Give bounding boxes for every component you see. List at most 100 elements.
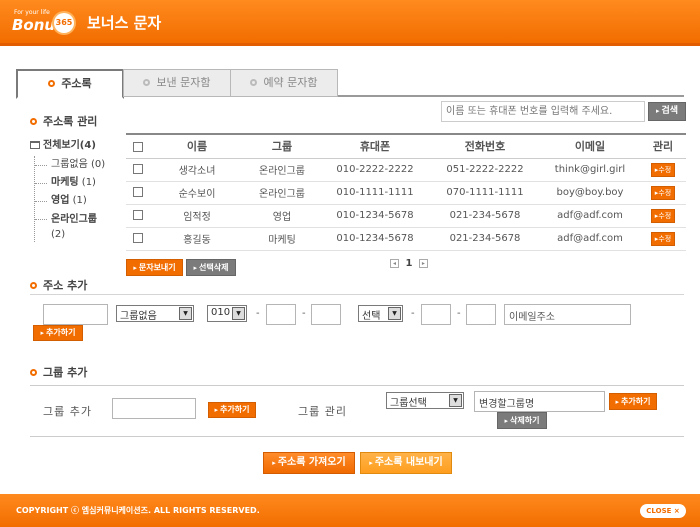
arrow-right-icon: ▸ — [193, 264, 198, 272]
mobile-middle-field[interactable] — [266, 304, 296, 325]
manage-group-select[interactable]: 그룹선택 ▼ — [386, 392, 464, 409]
edit-button[interactable]: ▸수정 — [650, 185, 676, 200]
phone-middle-field[interactable] — [421, 304, 451, 325]
group-select[interactable]: 그룹없음 ▼ — [116, 305, 194, 322]
cell-name: 순수보이 — [150, 181, 244, 205]
send-message-button[interactable]: ▸ 문자보내기 — [126, 259, 183, 276]
table-header-row: 이름 그룹 휴대폰 전화번호 이메일 관리 — [126, 135, 686, 159]
row-checkbox[interactable] — [133, 164, 143, 174]
cell-name: 생각소녀 — [150, 158, 244, 182]
cell-email: think@girl.girl — [540, 158, 640, 182]
arrow-right-icon: ▸ — [655, 107, 660, 115]
import-address-book-button[interactable]: ▸ 주소록 가져오기 — [263, 452, 355, 474]
label-add-group: 그룹 추가 — [43, 405, 92, 418]
edit-button[interactable]: ▸수정 — [650, 208, 676, 223]
cell-mobile: 010-1111-1111 — [320, 181, 430, 205]
page-title: 보너스 문자 — [87, 14, 162, 32]
tab-sent-messages[interactable]: 보낸 문자함 — [123, 69, 231, 97]
cell-email: adf@adf.com — [540, 227, 640, 251]
table-row: 생각소녀 온라인그룹 010-2222-2222 051-2222-2222 t… — [126, 158, 686, 182]
cell-group: 온라인그룹 — [244, 158, 320, 182]
close-button[interactable]: CLOSE × — [640, 504, 686, 518]
select-all-checkbox[interactable] — [133, 141, 143, 152]
chevron-down-icon: ▼ — [388, 307, 401, 320]
tree-item-online-group[interactable]: 온라인그룹 (2) — [35, 210, 122, 242]
group-tree: 전체보기(4) 그룹없음 (0) 마케팅 (1) 영업 (1) 온라인그룹 (2) — [30, 136, 122, 242]
row-checkbox[interactable] — [133, 210, 143, 220]
delete-selected-button[interactable]: ▸ 선택삭제 — [186, 259, 236, 276]
cell-mobile: 010-2222-2222 — [320, 158, 430, 182]
cell-phone: 021-234-5678 — [430, 227, 540, 251]
logo-tagline: For your life — [14, 9, 50, 16]
cell-phone: 021-234-5678 — [430, 204, 540, 228]
next-page-icon[interactable]: ▸ — [418, 258, 428, 268]
email-field[interactable]: 이메일주소 — [504, 304, 631, 325]
select-all-checkbox-cell — [126, 135, 150, 159]
name-field[interactable] — [43, 304, 108, 325]
arrow-right-icon: ▸ — [214, 406, 219, 414]
edit-button[interactable]: ▸수정 — [650, 162, 676, 177]
arrow-right-icon: ▸ — [615, 398, 620, 406]
prev-page-icon[interactable]: ◂ — [390, 258, 399, 268]
cell-group: 마케팅 — [244, 227, 320, 251]
rename-group-add-button[interactable]: ▸ 추가하기 — [609, 393, 657, 410]
table-row: 홍길동 마케팅 010-1234-5678 021-234-5678 adf@a… — [126, 227, 686, 251]
delete-group-button[interactable]: ▸ 삭제하기 — [497, 412, 547, 429]
bonus365-logo: For your life Bonus 365 — [10, 7, 76, 39]
section-bullet-icon — [30, 369, 37, 376]
tab-bullet-icon — [48, 80, 56, 87]
export-address-book-button[interactable]: ▸ 주소록 내보내기 — [360, 452, 452, 474]
chevron-down-icon: ▼ — [179, 307, 192, 320]
edit-button[interactable]: ▸수정 — [650, 231, 676, 246]
new-group-field[interactable] — [112, 398, 196, 419]
arrow-right-icon: ▸ — [369, 459, 373, 467]
tree-item-marketing[interactable]: 마케팅 (1) — [35, 174, 122, 192]
mobile-last-field[interactable] — [311, 304, 341, 325]
tree-item-sales[interactable]: 영업 (1) — [35, 192, 122, 210]
tree-item-no-group[interactable]: 그룹없음 (0) — [35, 156, 122, 174]
label-manage-group: 그룹 관리 — [298, 405, 347, 418]
section-title-add-group: 그룹 추가 — [30, 364, 87, 380]
arrow-right-icon: ▸ — [272, 459, 276, 467]
tab-bullet-icon — [143, 79, 151, 86]
chevron-down-icon: ▼ — [449, 394, 462, 407]
phone-last-field[interactable] — [466, 304, 496, 325]
app-header: For your life Bonus 365 보너스 문자 — [0, 0, 700, 46]
tab-bar: 주소록 보낸 문자함 예약 문자함 — [16, 69, 684, 99]
tab-reserved-messages[interactable]: 예약 문자함 — [230, 69, 338, 97]
column-header-group: 그룹 — [244, 135, 320, 159]
tab-bullet-icon — [250, 79, 258, 86]
contacts-table: 이름 그룹 휴대폰 전화번호 이메일 관리 생각소녀 온라인그룹 010-222… — [126, 133, 686, 251]
tree-items: 그룹없음 (0) 마케팅 (1) 영업 (1) 온라인그룹 (2) — [34, 156, 122, 242]
arrow-right-icon: ▸ — [133, 264, 137, 272]
folder-icon — [30, 141, 40, 149]
add-group-button[interactable]: ▸ 추가하기 — [208, 402, 256, 418]
tree-root-all[interactable]: 전체보기(4) — [30, 136, 122, 152]
cell-email: boy@boy.boy — [540, 181, 640, 205]
column-header-email: 이메일 — [540, 135, 640, 159]
copyright-text: COPYRIGHT ⓒ 엠심커뮤니케이션즈. ALL RIGHTS RESERV… — [16, 506, 260, 515]
cell-name: 홍길동 — [150, 227, 244, 251]
tab-address-book[interactable]: 주소록 — [16, 69, 124, 99]
arrow-right-icon: ▸ — [504, 417, 509, 425]
table-row: 임적정 영업 010-1234-5678 021-234-5678 adf@ad… — [126, 204, 686, 228]
chevron-down-icon: ▼ — [232, 307, 245, 320]
cell-mobile: 010-1234-5678 — [320, 204, 430, 228]
add-address-button[interactable]: ▸ 추가하기 — [33, 325, 83, 341]
section-bullet-icon — [30, 282, 37, 289]
table-row: 순수보이 온라인그룹 010-1111-1111 070-1111-1111 b… — [126, 181, 686, 205]
current-page[interactable]: 1 — [405, 258, 412, 269]
section-title-address-book: 주소록 관리 — [30, 113, 97, 129]
arrow-right-icon: ▸ — [40, 329, 45, 337]
rename-group-field[interactable]: 변경할그룹명 — [474, 391, 605, 412]
mobile-prefix-select[interactable]: 010 ▼ — [207, 305, 247, 322]
row-checkbox[interactable] — [133, 187, 143, 197]
phone-prefix-select[interactable]: 선택 ▼ — [358, 305, 403, 322]
cell-phone: 051-2222-2222 — [430, 158, 540, 182]
logo-sun-icon: 365 — [54, 13, 74, 33]
row-checkbox[interactable] — [133, 233, 143, 243]
column-header-phone: 전화번호 — [430, 135, 540, 159]
cell-email: adf@adf.com — [540, 204, 640, 228]
search-button[interactable]: ▸ 검색 — [648, 102, 686, 121]
search-input[interactable] — [441, 101, 645, 122]
